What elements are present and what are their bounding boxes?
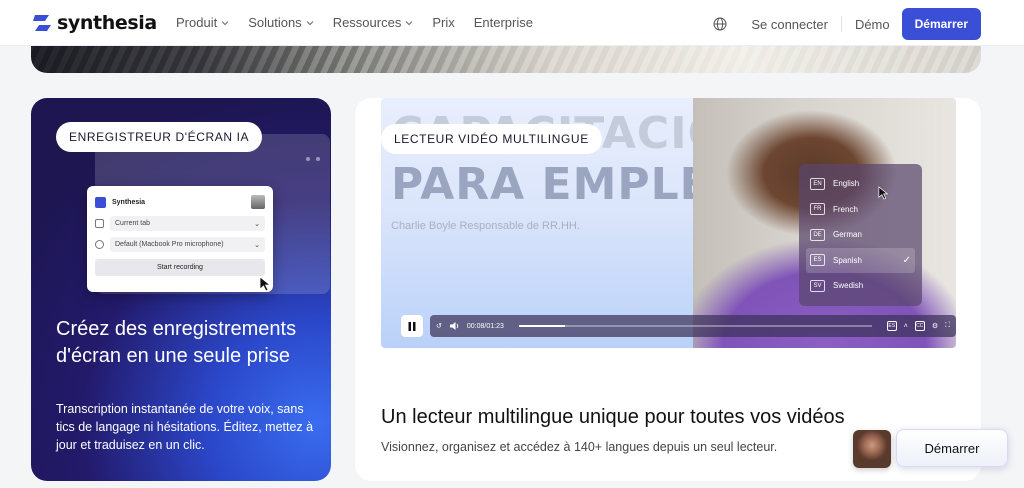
microphone-value: Default (Macbook Pro microphone) — [115, 241, 224, 248]
multilingual-player-title: Un lecteur multilingue unique pour toute… — [381, 406, 845, 428]
microphone-icon — [95, 240, 104, 249]
language-code: DE — [810, 228, 825, 241]
pause-icon — [408, 321, 416, 331]
mouse-cursor-icon — [878, 186, 889, 200]
closed-captions-button[interactable]: CC — [914, 321, 925, 331]
synthesia-app-icon — [95, 196, 106, 208]
control-bar: ↺ 00:08/01:23 ES ˄ CC ⚙ ⛶ — [430, 315, 956, 337]
language-name: French — [833, 204, 858, 214]
nav-links: Produit Solutions Ressources Prix Enterp… — [176, 15, 552, 30]
screen-recorder-badge: ENREGISTREUR D'ÉCRAN IA — [56, 122, 263, 152]
time-readout: 00:08/01:23 — [466, 322, 504, 330]
nav-item-ressources[interactable]: Ressources — [333, 15, 414, 30]
language-option-german[interactable]: DE German — [806, 222, 915, 248]
language-code: EN — [810, 177, 825, 190]
nav-divider — [840, 16, 842, 32]
nav-item-label: Produit — [176, 15, 218, 30]
globe-icon[interactable] — [713, 17, 727, 31]
progress-fill — [518, 325, 565, 327]
language-option-spanish[interactable]: ES Spanish ✓ — [806, 247, 915, 273]
start-button[interactable]: Démarrer — [901, 8, 981, 40]
screen-icon — [95, 219, 104, 228]
rewind-icon[interactable]: ↺ — [436, 322, 442, 330]
settings-gear-icon[interactable]: ⚙ — [932, 322, 938, 330]
screen-recorder-description: Transcription instantanée de votre voix,… — [56, 402, 314, 452]
nav-item-label: Ressources — [332, 15, 402, 30]
progress-track[interactable] — [518, 325, 872, 327]
synthesia-logo-icon — [33, 15, 51, 31]
pause-button[interactable] — [401, 315, 423, 337]
video-controls: ↺ 00:08/01:23 ES ˄ CC ⚙ ⛶ — [401, 315, 956, 337]
chevron-down-icon: ⌄ — [254, 220, 260, 228]
multilingual-player-card[interactable]: CAPACITACIÓN PARA EMPLEADOS Charlie Boyl… — [355, 98, 981, 481]
login-link[interactable]: Se connecter — [751, 17, 828, 32]
language-option-swedish[interactable]: SV Swedish — [806, 273, 915, 299]
demo-link[interactable]: Démo — [855, 17, 890, 32]
language-name: Swedish — [833, 281, 864, 291]
chevron-down-icon — [221, 20, 229, 25]
chevron-down-icon: ⌄ — [254, 241, 260, 249]
fullscreen-icon[interactable]: ⛶ — [945, 322, 950, 330]
multilingual-player-badge: LECTEUR VIDÉO MULTILINGUE — [381, 124, 602, 154]
brand-name: synthesia — [57, 12, 157, 34]
volume-icon[interactable] — [449, 321, 460, 331]
language-menu: EN English FR French DE German ES Spanis… — [799, 164, 922, 306]
synthesia-logo[interactable]: synthesia — [31, 12, 157, 34]
language-code: FR — [810, 203, 825, 216]
screen-recorder-title: Créez des enregistrements d'écran en une… — [56, 318, 297, 367]
language-code: ES — [810, 254, 825, 267]
floating-start-button[interactable]: Démarrer — [896, 429, 1008, 467]
language-option-french[interactable]: FR French — [806, 197, 915, 223]
language-option-english[interactable]: EN English — [806, 171, 915, 197]
avatar — [251, 195, 265, 209]
video-subtitle: Charlie Boyle Responsable de RR.HH. — [391, 220, 580, 232]
recorder-app-name: Synthesia — [112, 198, 146, 206]
nav-item-prix[interactable]: Prix — [432, 15, 454, 30]
nav-item-enterprise[interactable]: Enterprise — [474, 15, 533, 30]
nav-item-label: Enterprise — [473, 15, 533, 30]
nav-item-label: Prix — [432, 15, 455, 30]
nav-item-solutions[interactable]: Solutions — [248, 15, 314, 30]
checkmark-icon: ✓ — [902, 254, 911, 266]
mouse-cursor-icon — [259, 276, 272, 292]
chevron-down-icon — [405, 20, 413, 25]
source-select[interactable]: Current tab ⌄ — [110, 216, 265, 231]
screen-recorder-card[interactable]: ENREGISTREUR D'ÉCRAN IA Synthesia Curren… — [31, 98, 331, 481]
language-code: SV — [810, 279, 825, 292]
language-name: German — [833, 230, 862, 240]
nav-item-produit[interactable]: Produit — [176, 15, 229, 30]
source-value: Current tab — [115, 220, 151, 227]
chevron-up-icon: ˄ — [903, 322, 908, 330]
nav-item-label: Solutions — [248, 15, 302, 30]
nav-right: Se connecter Démo Démarrer — [713, 8, 981, 40]
language-selector[interactable]: ES — [886, 321, 897, 331]
assistant-avatar[interactable] — [853, 430, 891, 468]
chevron-down-icon — [306, 20, 314, 25]
top-navbar: synthesia Produit Solutions Ressources P… — [0, 0, 1024, 46]
language-name: Spanish — [833, 255, 862, 265]
start-recording-button[interactable]: Start recording — [95, 259, 265, 276]
recorder-panel: Synthesia Current tab ⌄ Default (Macbook… — [87, 186, 273, 292]
window-dots — [306, 157, 320, 161]
multilingual-player-description: Visionnez, organisez et accédez à 140+ l… — [381, 440, 778, 454]
language-name: English — [833, 179, 860, 189]
microphone-select[interactable]: Default (Macbook Pro microphone) ⌄ — [110, 237, 265, 252]
